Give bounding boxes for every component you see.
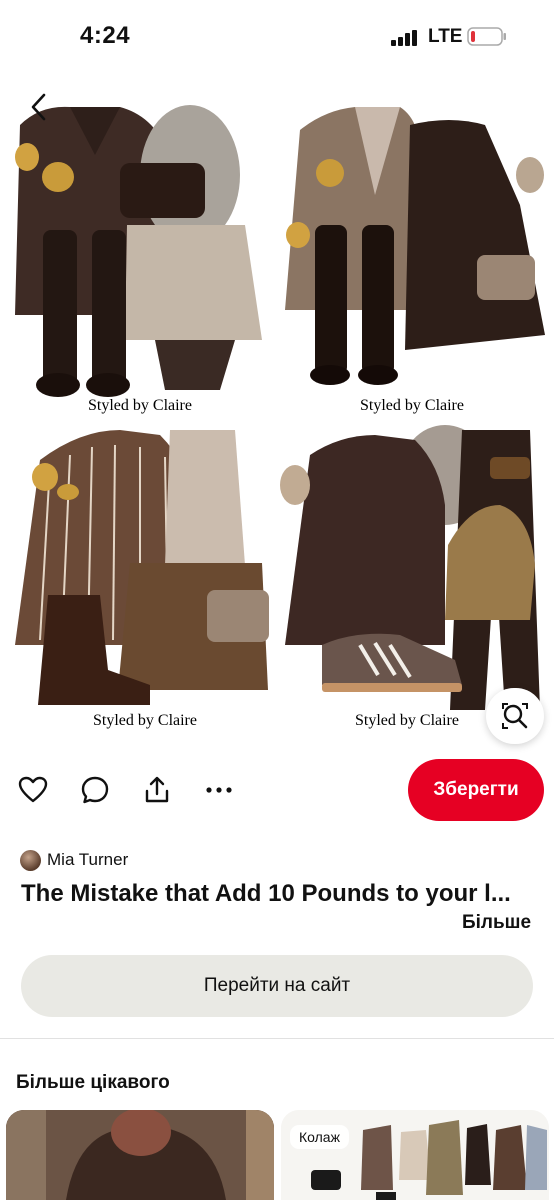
related-pin-thumbnail[interactable] <box>281 1110 549 1200</box>
status-time: 4:24 <box>80 22 131 49</box>
heart-icon <box>18 776 48 803</box>
outfit-caption: Styled by Claire <box>88 397 192 414</box>
author-name[interactable]: Mia Turner <box>47 850 128 870</box>
visual-search-button[interactable] <box>486 688 544 744</box>
comment-icon <box>81 776 109 804</box>
visit-site-button[interactable]: Перейти на сайт <box>21 955 533 1017</box>
outfit-caption: Styled by Claire <box>355 712 459 729</box>
comment-button[interactable] <box>79 774 111 806</box>
outfit-collage-illustration: Styled by Claire Styled by Claire Styled… <box>15 105 545 729</box>
visual-search-icon <box>502 703 528 729</box>
outfit-caption: Styled by Claire <box>93 712 197 729</box>
related-pin-thumbnail[interactable] <box>6 1110 274 1200</box>
collage-badge: Колаж <box>290 1125 349 1149</box>
related-pin-image <box>6 1110 274 1200</box>
more-options-button[interactable] <box>203 774 235 806</box>
signal-icon <box>391 30 417 46</box>
save-button[interactable]: Зберегти <box>408 759 544 821</box>
share-button[interactable] <box>141 774 173 806</box>
more-icon <box>206 787 232 793</box>
pin-image[interactable]: Styled by Claire Styled by Claire Styled… <box>0 85 554 745</box>
back-arrow-icon[interactable] <box>27 92 51 122</box>
share-icon <box>145 776 169 803</box>
more-link[interactable]: Більше <box>462 912 531 934</box>
outfit-caption: Styled by Claire <box>360 397 464 414</box>
like-button[interactable] <box>17 774 49 806</box>
more-ideas-heading: Більше цікавого <box>16 1072 170 1093</box>
related-pin-image <box>281 1110 549 1200</box>
section-divider <box>0 1038 554 1039</box>
pin-title: The Mistake that Add 10 Pounds to your l… <box>21 880 511 907</box>
network-label: LTE <box>428 26 463 47</box>
battery-icon <box>467 27 506 46</box>
author-avatar[interactable] <box>20 850 41 871</box>
